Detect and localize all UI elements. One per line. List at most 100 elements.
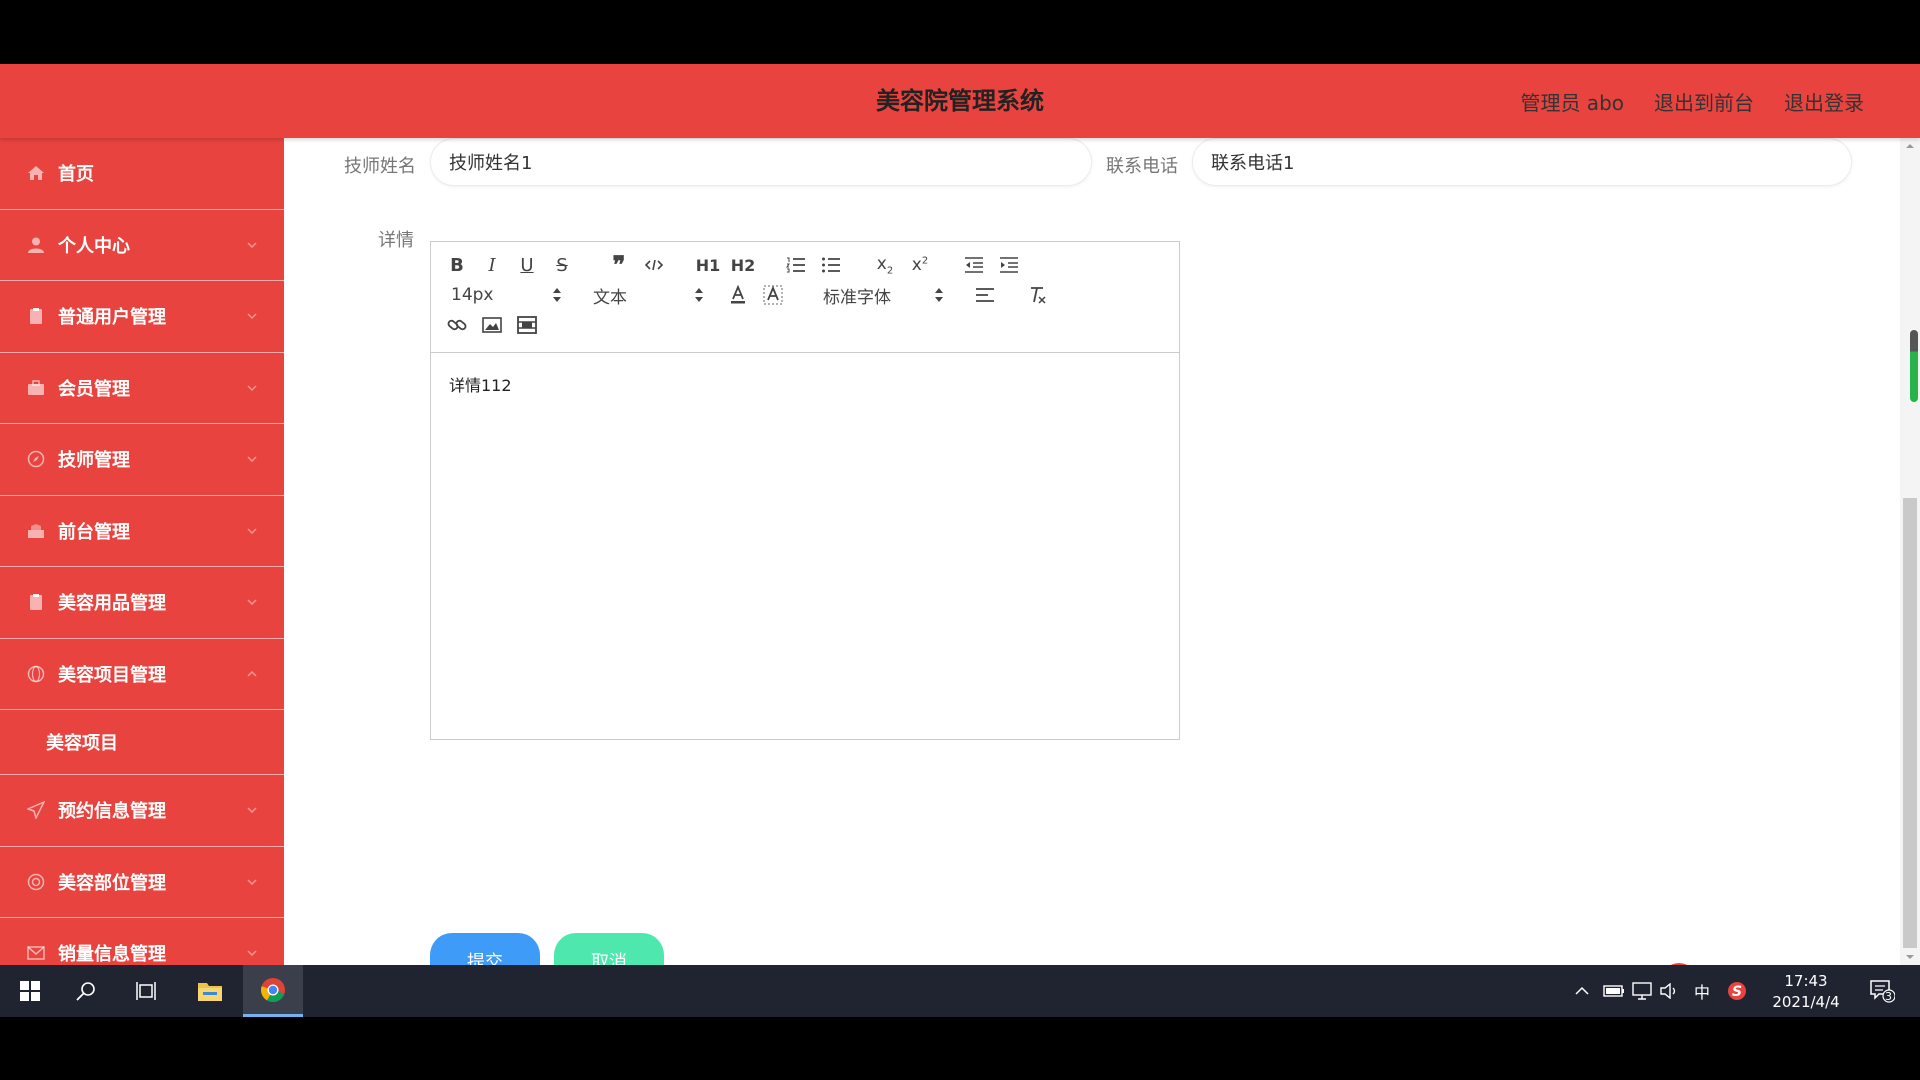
- video-icon: [517, 316, 537, 334]
- sidebar-item-label: 预约信息管理: [58, 801, 166, 823]
- chevron-down-icon: [247, 528, 257, 534]
- sidebar-item-label: 会员管理: [58, 378, 130, 400]
- cancel-button[interactable]: 取消: [554, 933, 664, 965]
- search-button[interactable]: [56, 965, 116, 1017]
- text-color-button[interactable]: [724, 282, 752, 308]
- clear-format-button[interactable]: [1024, 282, 1052, 308]
- italic-button[interactable]: I: [478, 252, 506, 278]
- font-size-value: 14px: [451, 285, 494, 305]
- side-indicator: [1910, 330, 1918, 402]
- file-explorer-button[interactable]: [180, 965, 240, 1017]
- tray-expand-button[interactable]: [1570, 965, 1594, 1017]
- updown-arrows-icon: [695, 288, 703, 302]
- link-icon: [447, 319, 467, 331]
- chevron-down-icon: [247, 950, 257, 957]
- main-content: 技师姓名 联系电话 详情 B I U S ❞ H1 H2 x2 x2: [284, 138, 1900, 965]
- chevron-down-icon: [247, 879, 257, 885]
- globe-icon: [26, 664, 46, 684]
- phone-label: 联系电话: [1106, 156, 1178, 177]
- scroll-up-arrow-icon[interactable]: [1905, 141, 1915, 151]
- sidebar-item-members[interactable]: 会员管理: [0, 353, 284, 424]
- font-family-select[interactable]: 标准字体: [823, 282, 943, 308]
- rich-text-editor: B I U S ❞ H1 H2 x2 x2 14px 文本 标准字体 详情112: [430, 241, 1180, 740]
- sidebar-item-technicians[interactable]: 技师管理: [0, 424, 284, 496]
- image-button[interactable]: [478, 312, 506, 338]
- input-language-tray[interactable]: 中: [1688, 965, 1716, 1017]
- scrollbar-thumb[interactable]: [1903, 498, 1917, 948]
- bold-button[interactable]: B: [443, 252, 471, 278]
- sidebar-item-label: 个人中心: [58, 235, 130, 257]
- sidebar-subitem-beauty-project[interactable]: 美容项目: [0, 710, 284, 775]
- user-icon: [26, 235, 46, 255]
- code-block-button[interactable]: [640, 252, 668, 278]
- outdent-button[interactable]: [960, 252, 988, 278]
- battery-tray[interactable]: [1600, 965, 1628, 1017]
- bold-icon: B: [450, 254, 464, 276]
- sidebar-item-beauty-projects[interactable]: 美容项目管理: [0, 639, 284, 710]
- sidebar-item-users[interactable]: 普通用户管理: [0, 281, 284, 353]
- sidebar-item-beauty-supplies[interactable]: 美容用品管理: [0, 567, 284, 639]
- sidebar-item-label: 首页: [58, 164, 94, 186]
- background-color-icon: [763, 285, 783, 305]
- superscript-button[interactable]: x2: [906, 252, 934, 278]
- technician-name-label: 技师姓名: [344, 156, 416, 177]
- technician-name-input[interactable]: [430, 138, 1092, 186]
- chevron-up-icon: [1575, 986, 1589, 995]
- phone-input[interactable]: [1192, 138, 1852, 186]
- action-center-button[interactable]: 3: [1862, 965, 1902, 1017]
- windows-logo-icon: [20, 981, 40, 1001]
- logout-link[interactable]: 退出登录: [1784, 87, 1864, 116]
- sidebar-item-appointments[interactable]: 预约信息管理: [0, 775, 284, 847]
- sidebar-item-beauty-parts[interactable]: 美容部位管理: [0, 847, 284, 918]
- header-2-button[interactable]: H2: [729, 252, 757, 278]
- task-view-button[interactable]: [116, 965, 176, 1017]
- editor-content[interactable]: 详情112: [449, 372, 512, 396]
- sidebar-item-label: 普通用户管理: [58, 307, 166, 329]
- align-left-icon: [976, 288, 994, 302]
- sidebar-item-personal-center[interactable]: 个人中心: [0, 210, 284, 281]
- subscript-button[interactable]: x2: [871, 252, 899, 278]
- underline-button[interactable]: U: [513, 252, 541, 278]
- bullet-list-button[interactable]: [817, 252, 845, 278]
- sogou-tray-icon: S: [1728, 982, 1746, 1000]
- h1-icon: H1: [695, 255, 721, 275]
- top-header: 美容院管理系统 管理员 abo 退出到前台 退出登录: [0, 64, 1920, 138]
- header-links: 管理员 abo 退出到前台 退出登录: [1520, 64, 1864, 138]
- sogou-logo-icon[interactable]: S: [1662, 963, 1696, 965]
- indent-button[interactable]: [995, 252, 1023, 278]
- exit-to-front-link[interactable]: 退出到前台: [1654, 87, 1754, 116]
- ordered-list-button[interactable]: [782, 252, 810, 278]
- chevron-down-icon: [247, 385, 257, 391]
- network-tray[interactable]: [1628, 965, 1656, 1017]
- subscript-icon: x2: [876, 253, 894, 277]
- start-button[interactable]: [0, 965, 60, 1017]
- strike-button[interactable]: S: [548, 252, 576, 278]
- compass-icon: [26, 449, 46, 469]
- sidebar-item-sales[interactable]: 销量信息管理: [0, 918, 284, 965]
- header-1-button[interactable]: H1: [694, 252, 722, 278]
- page-scrollbar[interactable]: [1900, 138, 1920, 965]
- ordered-list-icon: [786, 257, 805, 273]
- font-size-select[interactable]: 14px: [451, 282, 561, 308]
- search-icon: [76, 982, 95, 1001]
- blockquote-button[interactable]: ❞: [605, 252, 633, 278]
- sogou-tray[interactable]: S: [1723, 965, 1751, 1017]
- outdent-icon: [965, 257, 983, 273]
- h2-icon: H2: [730, 255, 756, 275]
- background-color-button[interactable]: [759, 282, 787, 308]
- system-clock[interactable]: 17:43 2021/4/4: [1768, 971, 1844, 1013]
- align-button[interactable]: [971, 282, 999, 308]
- chrome-taskbar-button[interactable]: [243, 965, 303, 1017]
- scroll-down-arrow-icon[interactable]: [1905, 952, 1915, 962]
- admin-user-label: 管理员 abo: [1520, 90, 1624, 115]
- windows-taskbar: 中 S 17:43 2021/4/4 3: [0, 965, 1920, 1017]
- video-button[interactable]: [513, 312, 541, 338]
- sidebar-item-front-desk[interactable]: 前台管理: [0, 496, 284, 567]
- volume-tray[interactable]: [1656, 965, 1684, 1017]
- header-format-select[interactable]: 文本: [593, 282, 703, 308]
- sidebar-item-home[interactable]: 首页: [0, 138, 284, 210]
- updown-arrows-icon: [553, 288, 561, 302]
- link-button[interactable]: [443, 312, 471, 338]
- submit-button[interactable]: 提交: [430, 933, 540, 965]
- updown-arrows-icon: [935, 288, 943, 302]
